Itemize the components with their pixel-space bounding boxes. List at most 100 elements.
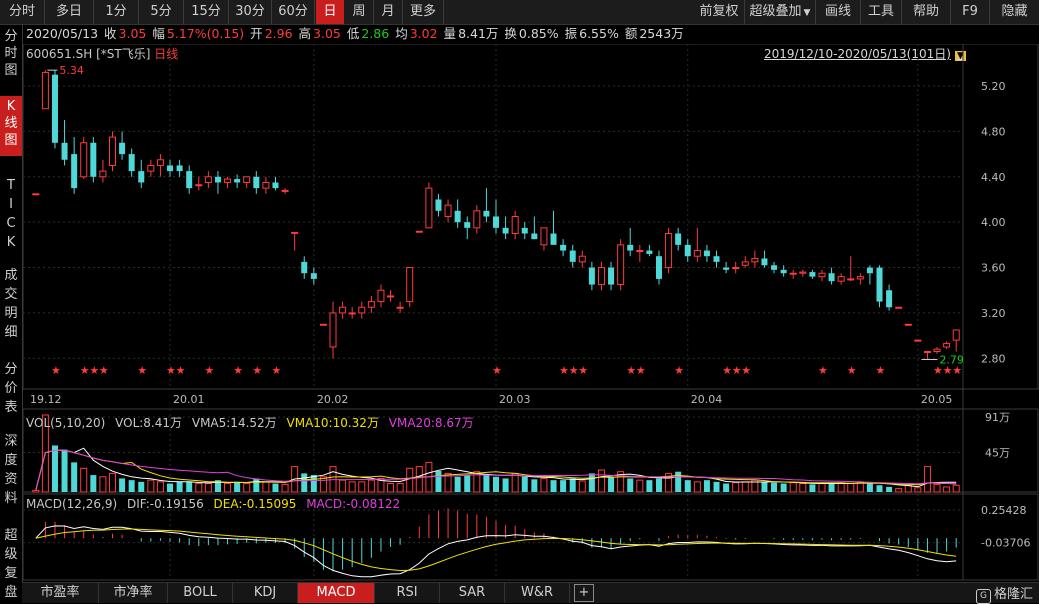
tab-macd[interactable]: MACD bbox=[298, 583, 375, 603]
volume-bar bbox=[147, 479, 155, 493]
tab-sar[interactable]: SAR bbox=[440, 583, 505, 603]
tab-kdj[interactable]: KDJ bbox=[233, 583, 298, 603]
draw-button[interactable]: 画线 bbox=[816, 0, 861, 24]
signal-star-icon: ★ bbox=[166, 364, 176, 377]
candle-body bbox=[943, 343, 951, 348]
tab-intraday[interactable]: 分时 bbox=[0, 0, 45, 24]
tab-rsi[interactable]: RSI bbox=[375, 583, 440, 603]
tab-vertical-kline[interactable]: K线图 bbox=[0, 96, 22, 156]
candle-body bbox=[809, 272, 816, 277]
volume-bar bbox=[886, 486, 893, 492]
amplitude-value: 6.55% bbox=[579, 26, 619, 41]
candle-body bbox=[675, 233, 682, 245]
signal-star-icon: ★ bbox=[176, 364, 186, 377]
macd-value: MACD:-0.08122 bbox=[306, 497, 401, 511]
volume-tick-label: 45万 bbox=[985, 447, 1010, 460]
volume-bar bbox=[675, 471, 682, 492]
tab-vertical-price-table[interactable]: 分价表 bbox=[0, 360, 22, 417]
candle-body bbox=[281, 189, 289, 192]
tab-daily[interactable]: 日 bbox=[316, 0, 344, 24]
volume-bar bbox=[761, 481, 768, 492]
f9-button[interactable]: F9 bbox=[951, 0, 990, 24]
dea-value: DEA:-0.15095 bbox=[213, 497, 297, 511]
period-toolbar: 分时 多日 1分 5分 15分 30分 60分 日 周 月 更多 前复权 超级叠… bbox=[0, 0, 1039, 25]
tab-weekly[interactable]: 周 bbox=[345, 0, 374, 24]
candle-body bbox=[99, 170, 107, 178]
volume-bar bbox=[923, 466, 931, 493]
adjust-button[interactable]: 前复权 bbox=[694, 0, 745, 24]
price-tick-label: 4.00 bbox=[981, 216, 1006, 229]
volume-bar bbox=[588, 473, 595, 492]
volume-bar bbox=[943, 486, 951, 493]
tab-1min[interactable]: 1分 bbox=[94, 0, 139, 24]
candle-body bbox=[502, 227, 509, 234]
tab-vertical-profile[interactable]: 深度资料 bbox=[0, 432, 22, 508]
volume-bar bbox=[608, 476, 615, 492]
high-label: 高 bbox=[298, 26, 312, 41]
tab-vertical-intraday[interactable]: 分时图 bbox=[0, 28, 22, 79]
signal-star-icon: ★ bbox=[204, 364, 214, 377]
tab-vertical-replay[interactable]: 超级复盘 bbox=[0, 526, 22, 602]
tab-pe[interactable]: 市盈率 bbox=[22, 583, 99, 603]
tab-vertical-trades[interactable]: 成交明细 bbox=[0, 266, 22, 342]
volume-bar bbox=[243, 483, 251, 493]
volume-bar bbox=[204, 483, 212, 493]
tab-wr[interactable]: W&R bbox=[505, 583, 570, 603]
candle-body bbox=[713, 256, 720, 262]
candle-body bbox=[138, 171, 145, 183]
volume-label: 量 bbox=[443, 26, 457, 41]
candle-body bbox=[339, 306, 347, 314]
candle-body bbox=[176, 165, 183, 172]
candle-body bbox=[771, 265, 778, 270]
volume-bar bbox=[454, 476, 461, 492]
help-button[interactable]: 帮助 bbox=[902, 0, 951, 24]
candle-body bbox=[703, 250, 710, 257]
volume-bar bbox=[406, 467, 414, 493]
candle-body bbox=[272, 182, 279, 189]
tab-monthly[interactable]: 月 bbox=[374, 0, 403, 24]
tab-5min[interactable]: 5分 bbox=[139, 0, 184, 24]
date-tick-label: 20.01 bbox=[173, 393, 205, 406]
volume-bar bbox=[176, 481, 183, 492]
volume-bar bbox=[550, 480, 557, 492]
tab-more[interactable]: 更多 bbox=[403, 0, 444, 24]
tab-vertical-tick[interactable]: TICK bbox=[0, 176, 22, 252]
tab-15min[interactable]: 15分 bbox=[184, 0, 229, 24]
change-label: 幅 bbox=[152, 26, 165, 41]
tab-boll[interactable]: BOLL bbox=[168, 583, 233, 603]
add-indicator-button[interactable]: + bbox=[574, 584, 594, 602]
turnover-label: 换 bbox=[504, 26, 517, 41]
price-tick-label: 4.80 bbox=[981, 125, 1006, 138]
signal-star-icon: ★ bbox=[137, 364, 147, 377]
signal-star-icon: ★ bbox=[252, 364, 262, 377]
candle-body bbox=[646, 250, 653, 254]
hide-button[interactable]: 隐藏 bbox=[990, 0, 1039, 24]
tab-30min[interactable]: 30分 bbox=[229, 0, 272, 24]
tab-pb[interactable]: 市净率 bbox=[99, 583, 168, 603]
tools-button[interactable]: 工具 bbox=[861, 0, 902, 24]
candle-body bbox=[540, 227, 548, 246]
high-value: 3.05 bbox=[313, 26, 341, 41]
signal-star-icon: ★ bbox=[818, 364, 828, 377]
candle-body bbox=[108, 136, 116, 166]
volume-bar bbox=[789, 482, 797, 493]
vma20-value: VMA20:8.67万 bbox=[388, 416, 474, 430]
date-tick-label: 20.05 bbox=[921, 393, 953, 406]
candle-body bbox=[627, 244, 634, 251]
overlay-button[interactable]: 超级叠加 ▼ bbox=[745, 0, 816, 24]
candle-body bbox=[473, 210, 481, 229]
volume-bar bbox=[415, 466, 423, 493]
candle-body bbox=[415, 230, 423, 233]
candle-body bbox=[818, 272, 826, 278]
tab-multiday[interactable]: 多日 bbox=[45, 0, 94, 24]
date-tick-label: 20.03 bbox=[499, 393, 531, 406]
candle-body bbox=[186, 171, 193, 189]
amount-value: 2543万 bbox=[639, 26, 684, 41]
tab-vertical-replay-label: 超级复盘 bbox=[4, 528, 18, 600]
volume-bar bbox=[655, 478, 662, 492]
dif-value: DIF:-0.19156 bbox=[126, 497, 204, 511]
volume-bar bbox=[396, 483, 404, 493]
brand-name: 格隆汇 bbox=[993, 587, 1033, 602]
tab-60min[interactable]: 60分 bbox=[272, 0, 315, 24]
volume-indicator-name: VOL(5,10,20) bbox=[26, 416, 106, 430]
